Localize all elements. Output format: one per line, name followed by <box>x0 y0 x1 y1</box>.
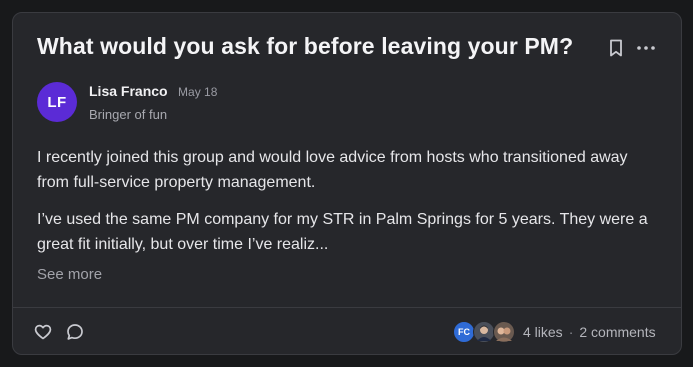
footer-divider <box>13 307 681 308</box>
post-title[interactable]: What would you ask for before leaving yo… <box>37 33 573 60</box>
author-initials: LF <box>47 93 67 111</box>
comment-bubble-icon[interactable] <box>66 323 84 341</box>
bookmark-icon[interactable] <box>608 38 624 58</box>
author-name[interactable]: Lisa Franco <box>89 83 168 99</box>
post-date: May 18 <box>178 85 218 99</box>
reactor-initials: FC <box>458 327 470 337</box>
person-avatar-icon <box>473 321 495 343</box>
author-role: Bringer of fun <box>89 107 168 122</box>
more-options-icon[interactable] <box>636 41 656 53</box>
see-more-link[interactable]: See more <box>37 266 102 283</box>
author-avatar[interactable]: LF <box>37 82 77 122</box>
heart-icon[interactable] <box>34 323 52 341</box>
post-paragraph: I’ve used the same PM company for my STR… <box>37 211 648 253</box>
comments-count[interactable]: 2 comments <box>579 324 655 340</box>
post-paragraph: I recently joined this group and would l… <box>37 149 628 191</box>
author-line: Lisa Franco May 18 <box>89 83 217 101</box>
post-card: What would you ask for before leaving yo… <box>12 12 682 355</box>
reactor-avatar: FC <box>453 321 475 343</box>
likes-count[interactable]: 4 likes <box>523 324 563 340</box>
engagement-stats: 4 likes · 2 comments <box>523 324 656 340</box>
person-avatar-icon <box>493 321 515 343</box>
reactor-avatars[interactable]: FC <box>453 321 519 343</box>
stats-separator: · <box>568 324 574 340</box>
